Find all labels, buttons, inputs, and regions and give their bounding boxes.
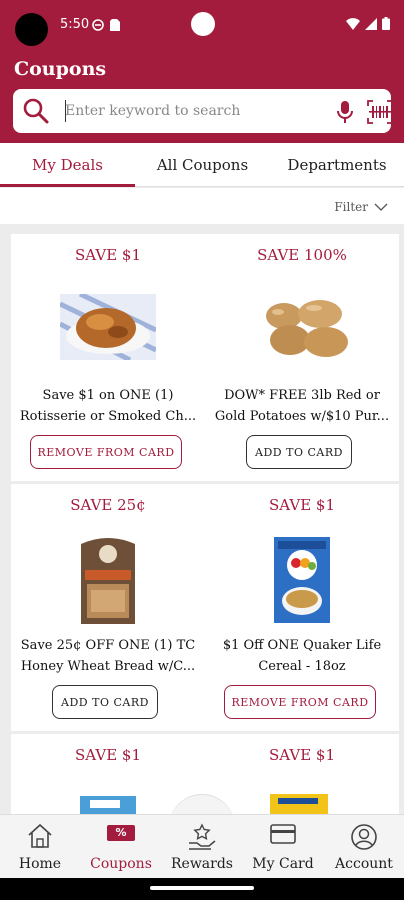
nav-my-card[interactable]: My Card (243, 815, 323, 879)
coupon-savings: SAVE $1 (75, 746, 141, 764)
text-cursor (65, 100, 66, 122)
coupon-description: Save $1 on ONE (1) (42, 388, 174, 403)
home-icon (28, 823, 52, 848)
nav-coupons-label: Coupons (90, 856, 152, 872)
coupon-description-line2: Gold Potatoes w/$10 Pur... (214, 409, 390, 424)
add-to-card-button[interactable]: ADD TO CARD (246, 435, 352, 469)
product-box-yellow-image (270, 794, 328, 816)
nav-rewards[interactable]: Rewards (162, 815, 242, 879)
nav-home-label: Home (18, 856, 62, 872)
wheat-bread-image (81, 538, 135, 624)
filter-bar: Filter (0, 188, 404, 224)
camera-cutout (15, 13, 48, 46)
coupon-savings: SAVE $1 (269, 496, 335, 514)
coupon-card[interactable]: SAVE $1 Save $1 on ONE (1) Rotisserie or… (11, 234, 205, 481)
coupon-description-line2: Rotisserie or Smoked Ch... (19, 409, 197, 424)
nav-account[interactable]: Account (324, 815, 404, 879)
active-tab-indicator (0, 184, 135, 187)
nav-my-card-label: My Card (252, 856, 314, 872)
coupon-icon-text: % (115, 826, 127, 839)
status-bar: 5:50 (0, 0, 404, 52)
tab-departments[interactable]: Departments (270, 143, 404, 187)
remove-from-card-button[interactable]: REMOVE FROM CARD (30, 435, 182, 469)
tab-my-deals[interactable]: My Deals (0, 143, 135, 187)
coupon-description: Save 25¢ OFF ONE (1) TC (20, 638, 196, 653)
sim-card-icon (110, 19, 120, 31)
account-icon (351, 824, 377, 850)
coupon-card[interactable]: SAVE 25¢ Save 25¢ OFF ONE (1) TC Honey W… (11, 484, 205, 731)
app-header: 5:50 Coupons (0, 0, 404, 143)
search-input[interactable] (65, 99, 315, 123)
coupon-card[interactable]: SAVE $1 (205, 734, 399, 824)
coupon-card[interactable]: SAVE $1 $1 Off ONE Quaker Life Cereal - … (205, 484, 399, 731)
coupon-savings: SAVE 100% (257, 246, 347, 264)
life-cereal-image (274, 537, 330, 623)
coupon-description-line2: Honey Wheat Bread w/C... (20, 659, 196, 674)
add-to-card-button[interactable]: ADD TO CARD (52, 685, 158, 719)
barcode-scan-icon[interactable] (367, 100, 393, 124)
rewards-icon (189, 823, 216, 850)
bottom-navigation: Home % Coupons Rewards My Card Account (0, 814, 404, 878)
remove-from-card-button[interactable]: REMOVE FROM CARD (224, 685, 376, 719)
page-title: Coupons (14, 58, 107, 80)
search-icon[interactable] (22, 97, 50, 125)
card-icon (270, 824, 296, 844)
nav-home[interactable]: Home (0, 815, 80, 879)
battery-icon (382, 17, 390, 30)
microphone-icon[interactable] (335, 100, 355, 124)
home-gesture-handle[interactable] (150, 886, 254, 890)
signal-icon (365, 17, 377, 30)
coupon-description-line2: Cereal - 18oz (258, 659, 346, 674)
coupon-card[interactable]: SAVE 100% DOW* FREE 3lb Red or Gold Pota… (205, 234, 399, 481)
tab-all-coupons[interactable]: All Coupons (135, 143, 270, 187)
coupon-savings: SAVE $1 (269, 746, 335, 764)
product-box-blue-image (80, 796, 136, 816)
coupon-icon: % (107, 825, 135, 841)
coupon-description: $1 Off ONE Quaker Life (222, 638, 382, 653)
coupon-savings: SAVE $1 (75, 246, 141, 264)
filter-button[interactable]: Filter (334, 200, 388, 214)
nav-rewards-label: Rewards (171, 856, 233, 872)
front-camera (191, 12, 215, 36)
chevron-down-icon (374, 203, 388, 211)
filter-label: Filter (334, 200, 368, 214)
tab-bar: My Deals All Coupons Departments (0, 143, 404, 187)
potatoes-image (266, 300, 348, 357)
wifi-icon (346, 17, 360, 30)
nav-account-label: Account (335, 856, 393, 872)
status-time: 5:50 (60, 17, 90, 32)
rotisserie-chicken-image (60, 294, 156, 360)
do-not-disturb-icon (92, 19, 104, 31)
coupon-savings: SAVE 25¢ (70, 496, 146, 514)
search-bar[interactable] (13, 89, 393, 133)
coupon-description: DOW* FREE 3lb Red or (224, 388, 380, 403)
nav-coupons[interactable]: % Coupons (81, 815, 161, 879)
